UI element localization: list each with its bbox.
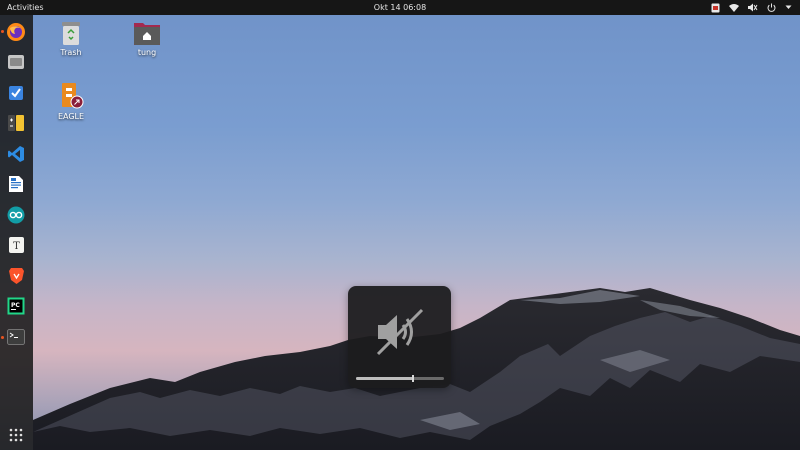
volume-muted-icon (376, 308, 424, 356)
dock-terminal[interactable] (5, 326, 27, 348)
desktop-icon-home[interactable]: tung (119, 20, 175, 57)
dock: T PC (0, 15, 33, 450)
running-indicator (1, 30, 4, 33)
firefox-icon (7, 23, 25, 41)
svg-text:PC: PC (11, 302, 20, 309)
dock-calculator[interactable] (5, 112, 27, 134)
desktop-icon-label: Trash (60, 48, 82, 57)
brave-icon (8, 268, 24, 284)
system-tray[interactable] (711, 0, 792, 15)
desktop-icon-label: tung (137, 48, 157, 57)
dock-vscode[interactable] (5, 143, 27, 165)
volume-level-fill (356, 377, 413, 380)
files-icon (8, 55, 24, 69)
home-folder-icon (134, 23, 160, 45)
pycharm-icon: PC (7, 297, 25, 315)
dock-writer[interactable] (5, 173, 27, 195)
desktop-icon-trash[interactable]: Trash (43, 20, 99, 57)
running-indicator (1, 336, 4, 339)
network-wired-icon[interactable] (729, 3, 739, 12)
tasks-icon (9, 86, 23, 100)
arduino-icon (7, 206, 25, 224)
dock-tasks[interactable] (5, 82, 27, 104)
writer-icon (9, 176, 23, 192)
clock[interactable]: Okt 14 06:08 (0, 0, 800, 15)
dock-brave[interactable] (5, 265, 27, 287)
show-applications-button[interactable] (5, 424, 27, 446)
dock-text-editor[interactable]: T (5, 234, 27, 256)
eagle-icon (62, 83, 84, 109)
dock-pycharm[interactable]: PC (5, 295, 27, 317)
svg-text:T: T (13, 241, 20, 252)
text-editor-icon: T (8, 237, 24, 253)
volume-level-bar (356, 375, 444, 382)
chevron-down-icon[interactable] (785, 5, 792, 10)
volume-level-marker (412, 375, 414, 382)
power-icon[interactable] (767, 3, 776, 12)
terminal-icon (7, 329, 25, 345)
top-bar: Activities Okt 14 06:08 (0, 0, 800, 15)
dock-firefox[interactable] (5, 21, 27, 43)
dock-arduino[interactable] (5, 204, 27, 226)
app-indicator-icon[interactable] (711, 3, 720, 13)
desktop-icon-eagle[interactable]: EAGLE (43, 82, 99, 121)
calculator-icon (8, 115, 24, 131)
app-grid-icon (9, 428, 23, 442)
vscode-icon (8, 146, 24, 162)
desktop-icon-label: EAGLE (57, 112, 85, 121)
volume-muted-icon[interactable] (748, 3, 758, 12)
trash-icon (62, 22, 80, 45)
dock-files[interactable] (5, 51, 27, 73)
volume-osd (348, 286, 451, 388)
